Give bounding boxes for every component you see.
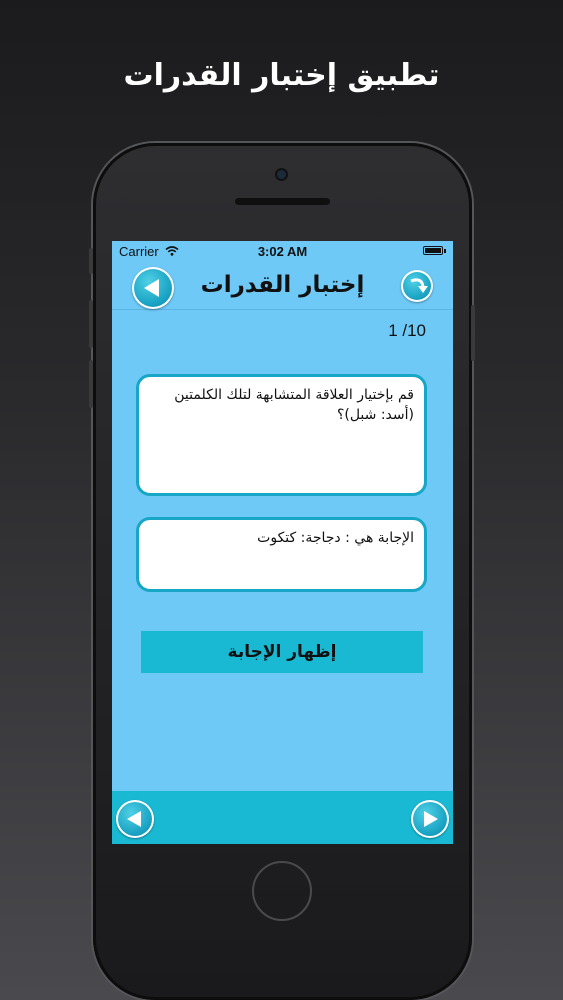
right-arrow-icon: [424, 811, 438, 827]
navigation-bar: إختبار القدرات: [112, 263, 453, 310]
left-arrow-icon: [127, 811, 141, 827]
camera-icon: [277, 170, 286, 179]
share-button[interactable]: [401, 270, 433, 302]
status-bar: Carrier 3:02 AM: [112, 241, 453, 263]
question-box: قم بإختيار العلاقة المتشابهة لتلك الكلمت…: [136, 374, 427, 496]
answer-box: الإجابة هي : دجاجة: كتكوت: [136, 517, 427, 592]
volume-up-button: [89, 300, 93, 348]
battery-icon: [423, 246, 446, 255]
clock: 3:02 AM: [257, 244, 308, 259]
volume-down-button: [89, 360, 93, 408]
app-screen: Carrier 3:02 AM إختبار القدرات 1 /10 قم …: [112, 241, 453, 844]
home-button[interactable]: [252, 861, 312, 921]
bottom-toolbar: [112, 791, 453, 844]
show-answer-button[interactable]: إظهار الإجابة: [141, 631, 423, 673]
promo-title: تطبيق إختبار القدرات: [123, 58, 440, 93]
power-button: [471, 305, 475, 361]
question-text: قم بإختيار العلاقة المتشابهة لتلك الكلمت…: [174, 387, 414, 423]
curved-arrow-icon: [410, 278, 428, 293]
previous-question-button[interactable]: [116, 800, 154, 838]
question-counter: 1 /10: [388, 321, 426, 340]
speaker-grille: [235, 198, 330, 205]
mute-switch: [89, 248, 93, 274]
answer-text: الإجابة هي : دجاجة: كتكوت: [257, 530, 414, 546]
next-question-button[interactable]: [411, 800, 449, 838]
